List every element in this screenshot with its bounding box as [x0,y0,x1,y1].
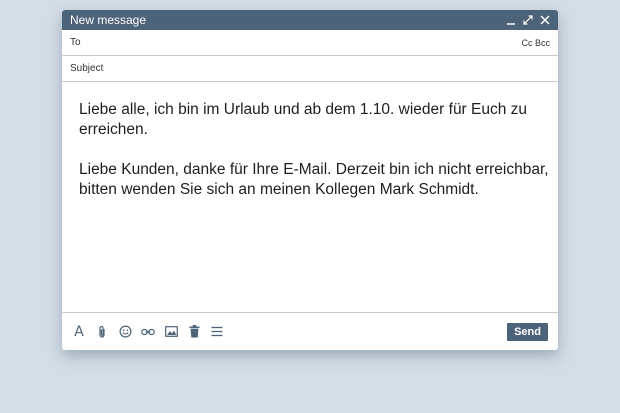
subject-row: Subject [62,56,558,82]
send-button[interactable]: Send [507,322,548,341]
to-row: To Cc Bcc [62,30,558,56]
subject-label: Subject [70,63,104,74]
to-input[interactable] [102,37,522,48]
compose-window: New message To Cc Bcc Subject Liebe alle… [62,10,558,350]
minimize-icon[interactable] [506,15,516,25]
close-icon[interactable] [540,15,550,25]
title-bar: New message [62,10,558,30]
subject-input[interactable] [102,63,550,74]
to-label: To [70,37,81,48]
link-icon[interactable] [141,325,155,339]
emoji-icon[interactable] [118,325,132,339]
window-title: New message [70,13,147,27]
format-text-icon[interactable]: A [72,324,86,340]
image-icon[interactable] [164,325,178,339]
formatting-tools: A [72,324,507,340]
attach-icon[interactable] [95,325,109,339]
message-body[interactable]: Liebe alle, ich bin im Urlaub und ab dem… [62,82,558,313]
compose-toolbar: A Send [62,313,558,350]
cc-bcc-link[interactable]: Cc Bcc [521,38,550,48]
window-controls [506,15,550,25]
expand-icon[interactable] [523,15,533,25]
message-body-text: Liebe alle, ich bin im Urlaub und ab dem… [79,101,549,198]
more-options-icon[interactable] [210,325,224,339]
trash-icon[interactable] [187,325,201,339]
